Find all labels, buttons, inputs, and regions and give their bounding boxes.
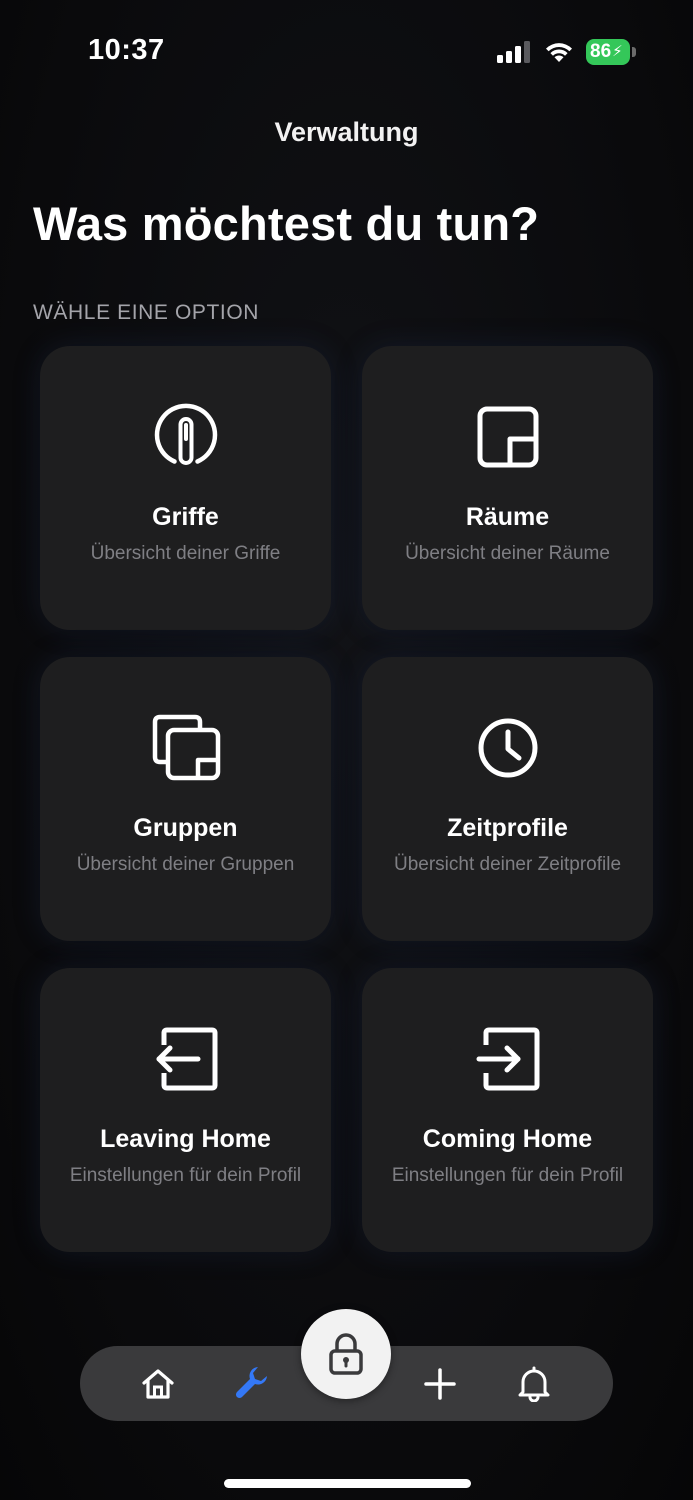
handle-icon	[154, 403, 218, 465]
option-subtitle: Übersicht deiner Griffe	[90, 543, 281, 564]
battery-level: 86	[590, 41, 612, 62]
lock-icon	[329, 1333, 363, 1375]
status-time: 10:37	[88, 34, 165, 66]
bell-icon	[518, 1366, 550, 1402]
option-subtitle: Übersicht deiner Räume	[405, 543, 610, 564]
nav-title: Verwaltung	[274, 117, 419, 147]
groups-icon	[152, 714, 221, 781]
option-title: Leaving Home	[100, 1125, 271, 1153]
section-label: WÄHLE EINE OPTION	[33, 301, 260, 324]
status-bar: 10:37 86 ⚡	[0, 0, 693, 100]
option-subtitle: Einstellungen für dein Profil	[391, 1165, 624, 1186]
option-subtitle: Übersicht deiner Gruppen	[76, 854, 295, 875]
tab-add[interactable]	[420, 1364, 460, 1404]
lock-button[interactable]	[301, 1309, 391, 1399]
home-icon	[142, 1369, 174, 1399]
option-title: Griffe	[152, 503, 219, 531]
option-card-leaving-home[interactable]: Leaving Home Einstellungen für dein Prof…	[40, 968, 331, 1252]
room-icon	[477, 406, 539, 468]
tab-verwaltung[interactable]	[233, 1364, 273, 1404]
home-indicator	[224, 1479, 471, 1488]
option-title: Zeitprofile	[447, 814, 568, 842]
tab-notifications[interactable]	[514, 1364, 554, 1404]
battery-indicator: 86 ⚡	[586, 39, 636, 65]
plus-icon	[424, 1368, 456, 1400]
wrench-icon	[235, 1367, 267, 1399]
option-card-zeitprofile[interactable]: Zeitprofile Übersicht deiner Zeitprofile	[362, 657, 653, 941]
tab-home[interactable]	[138, 1364, 178, 1404]
option-title: Coming Home	[422, 1125, 593, 1153]
option-card-coming-home[interactable]: Coming Home Einstellungen für dein Profi…	[362, 968, 653, 1252]
option-title: Gruppen	[133, 814, 238, 842]
clock-icon	[478, 718, 538, 778]
option-title: Räume	[465, 503, 550, 531]
page-heading: Was möchtest du tun?	[33, 197, 540, 250]
option-card-griffe[interactable]: Griffe Übersicht deiner Griffe	[40, 346, 331, 630]
option-card-raeume[interactable]: Räume Übersicht deiner Räume	[362, 346, 653, 630]
option-subtitle: Einstellungen für dein Profil	[69, 1165, 302, 1186]
enter-icon	[476, 1027, 540, 1091]
exit-icon	[156, 1027, 218, 1091]
option-card-gruppen[interactable]: Gruppen Übersicht deiner Gruppen	[40, 657, 331, 941]
charging-bolt-icon: ⚡	[612, 43, 623, 60]
cellular-signal-icon	[497, 41, 530, 63]
wifi-icon	[546, 43, 572, 62]
option-subtitle: Übersicht deiner Zeitprofile	[393, 854, 622, 875]
